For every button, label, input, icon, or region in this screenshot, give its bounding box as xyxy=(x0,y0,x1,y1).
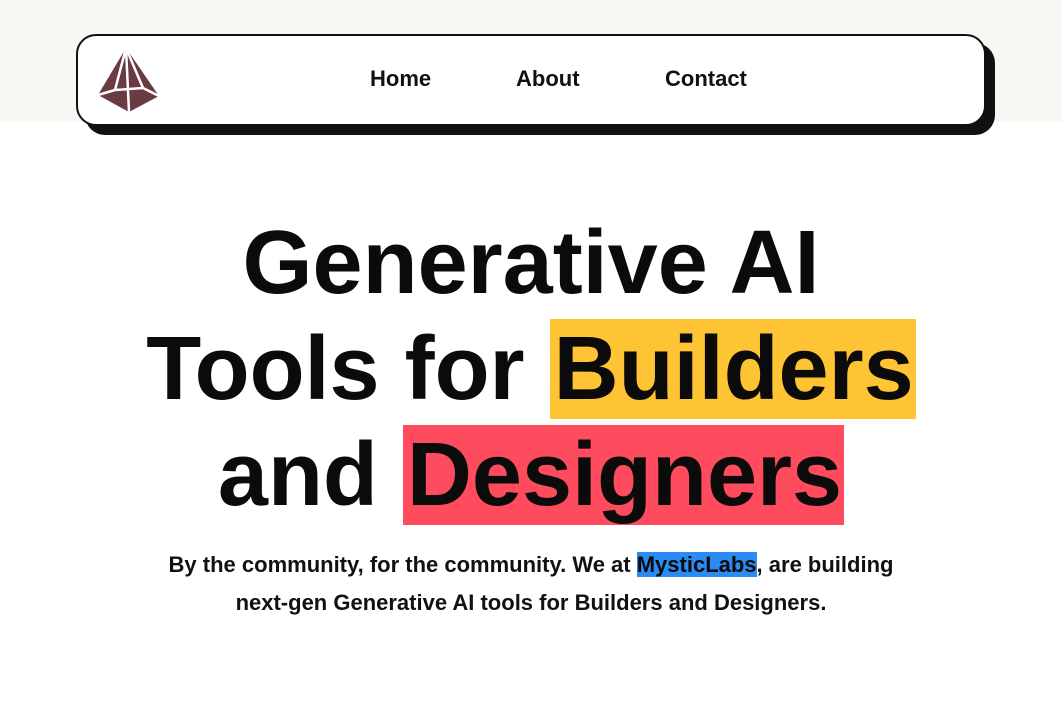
hero-subtitle-part2: , are building xyxy=(756,552,894,577)
nav-link-home[interactable]: Home xyxy=(370,66,431,92)
nav-links: Home About Contact xyxy=(78,36,984,124)
hero-subtitle-part1: By the community, for the community. We … xyxy=(168,552,637,577)
hero-section: Generative AI Tools for Builders and Des… xyxy=(0,210,1062,528)
nav-link-about[interactable]: About xyxy=(516,66,580,92)
nav-link-contact[interactable]: Contact xyxy=(665,66,747,92)
navbar: Home About Contact xyxy=(76,34,986,126)
highlight-builders: Builders xyxy=(549,319,916,419)
hero-title-line2-prefix: Tools for xyxy=(146,319,550,419)
hero-subtitle-line2: next-gen Generative AI tools for Builder… xyxy=(235,590,827,615)
hero-title-line3-prefix: and xyxy=(217,425,403,525)
hero-subtitle: By the community, for the community. We … xyxy=(0,546,1062,622)
hero-title-line1: Generative AI xyxy=(242,213,820,313)
hero-title: Generative AI Tools for Builders and Des… xyxy=(0,210,1062,528)
brand-highlight: MysticLabs xyxy=(636,552,757,577)
highlight-designers: Designers xyxy=(402,425,845,525)
